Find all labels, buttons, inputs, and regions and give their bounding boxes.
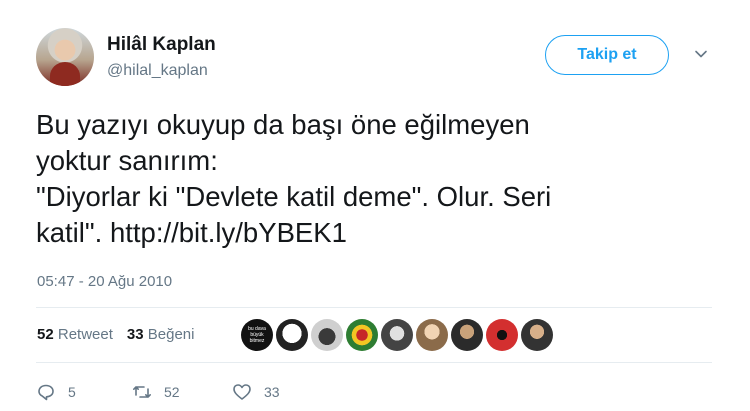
like-button[interactable]: 33 [232,382,280,402]
liker-avatar[interactable] [521,319,553,351]
divider [36,362,712,363]
heart-icon [233,384,251,400]
tweet-card: Hilâl Kaplan @hilal_kaplan Takip et Bu y… [0,0,750,411]
tweet-text: Bu yazıyı okuyup da başı öne eğilmeyen y… [36,107,716,251]
liker-avatar[interactable] [486,319,518,351]
tweet-stats: 52 Retweet 33 Beğeni [37,326,194,343]
like-count: 33 [126,326,144,343]
reply-count: 5 [68,384,76,400]
tweet-text-line: yoktur sanırım: [36,145,218,176]
tweet-text-line: katil". [36,217,110,248]
divider [36,307,712,308]
retweet-stat[interactable]: 52 Retweet [37,326,113,343]
like-label: Beğeni [147,326,195,343]
retweet-action-count: 52 [164,384,180,400]
liker-avatar[interactable]: bu dava büyük bitmez [241,319,273,351]
liker-avatar[interactable] [346,319,378,351]
liker-avatar[interactable] [451,319,483,351]
liker-avatar[interactable] [311,319,343,351]
liker-avatar-text: bu dava büyük bitmez [248,326,266,344]
chevron-down-icon[interactable] [694,47,708,61]
follow-button[interactable]: Takip et [545,35,669,75]
reply-button[interactable]: 5 [36,382,76,402]
like-stat[interactable]: 33 Beğeni [127,326,195,343]
liker-avatars: bu dava büyük bitmez [241,319,553,351]
tweet-text-line: "Diyorlar ki "Devlete katil deme". Olur.… [36,181,552,212]
tweet-text-line: Bu yazıyı okuyup da başı öne eğilmeyen [36,109,530,140]
tweet-link[interactable]: http://bit.ly/bYBEK1 [110,217,347,248]
reply-icon [38,384,54,401]
user-avatar[interactable] [36,28,94,86]
retweet-icon [133,386,151,398]
user-name[interactable]: Hilâl Kaplan [107,34,216,56]
retweet-button[interactable]: 52 [132,382,180,402]
liker-avatar[interactable] [381,319,413,351]
liker-avatar[interactable] [276,319,308,351]
user-handle[interactable]: @hilal_kaplan [107,62,208,80]
tweet-timestamp[interactable]: 05:47 - 20 Ağu 2010 [37,273,172,290]
retweet-count: 52 [37,326,54,343]
liker-avatar[interactable] [416,319,448,351]
like-action-count: 33 [264,384,280,400]
retweet-label: Retweet [57,326,113,343]
